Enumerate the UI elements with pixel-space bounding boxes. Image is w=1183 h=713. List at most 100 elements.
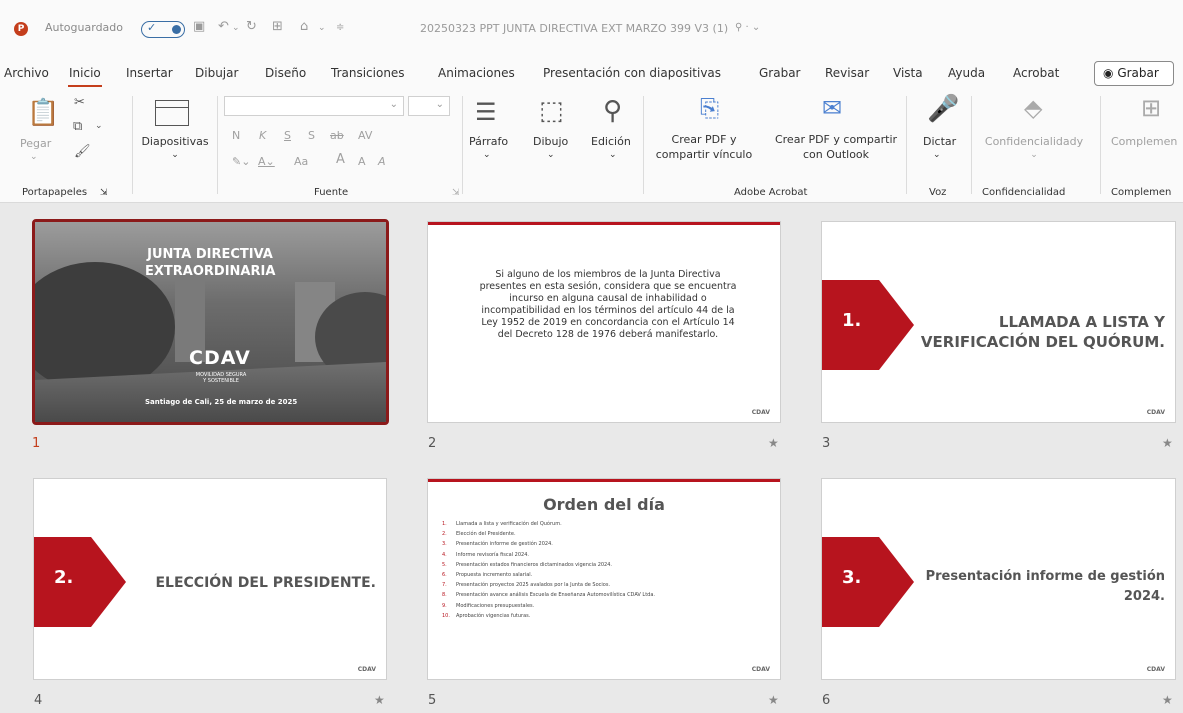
search-icon[interactable]: ⚲: [603, 98, 622, 124]
sensitivity-button-label[interactable]: Confidencialidady: [972, 134, 1096, 149]
tab-ayuda[interactable]: Ayuda: [948, 66, 985, 80]
grow-font-button[interactable]: A: [336, 152, 345, 167]
paragraph-label[interactable]: Párrafo: [469, 134, 508, 149]
agenda-item: 7. Presentación proyectos 2025 avalados p…: [442, 582, 611, 589]
font-color-icon[interactable]: A⌄: [258, 154, 275, 169]
present-icon[interactable]: ⊞: [272, 19, 283, 34]
slide-6-title-line-1: Presentación informe de gestión: [925, 569, 1165, 584]
pdf-link-line1[interactable]: Crear PDF y: [644, 132, 764, 147]
italic-button[interactable]: K: [259, 128, 266, 143]
sensitivity-label-icon[interactable]: ⬘: [1024, 96, 1042, 120]
copy-dropdown-icon[interactable]: ⌄: [95, 122, 103, 131]
shrink-font-button[interactable]: A: [358, 154, 366, 169]
change-case-button[interactable]: Aa: [294, 154, 308, 169]
tab-presentacion[interactable]: Presentación con diapositivas: [543, 66, 721, 80]
format-painter-icon[interactable]: 🖌: [74, 145, 91, 158]
strikethrough-button[interactable]: ab: [330, 128, 344, 143]
tab-animaciones[interactable]: Animaciones: [438, 66, 515, 80]
agenda-item: 10. Aprobación vigencias futuras.: [442, 612, 531, 619]
dialog-launcher-icon[interactable]: ⇲: [452, 188, 460, 198]
paste-label[interactable]: Pegar: [20, 136, 51, 151]
pdf-outlook-line2[interactable]: con Outlook: [766, 147, 906, 162]
paint-icon[interactable]: ⌂: [300, 19, 308, 34]
tab-insertar[interactable]: Insertar: [126, 66, 173, 80]
cdav-tagline: MOVILIDAD SEGURA Y SOSTENIBLE: [191, 372, 251, 384]
save-icon[interactable]: ▣: [193, 19, 205, 34]
drawing-label[interactable]: Dibujo: [533, 134, 568, 149]
slides-label[interactable]: Diapositivas: [135, 134, 215, 149]
tab-acrobat[interactable]: Acrobat: [1013, 66, 1059, 80]
paragraph-dropdown-icon[interactable]: ⌄: [483, 148, 491, 163]
tab-revisar[interactable]: Revisar: [825, 66, 869, 80]
agenda-item-text: Presentación avance análisis Escuela de …: [456, 592, 656, 599]
autosave-toggle[interactable]: ✓: [141, 21, 185, 38]
toggle-knob: [172, 25, 181, 34]
slide-thumbnail-2[interactable]: Si alguno de los miembros de la Junta Di…: [427, 221, 781, 423]
paragraph-icon[interactable]: ☰: [475, 100, 497, 124]
new-slide-icon[interactable]: [155, 100, 189, 126]
shadow-button[interactable]: S: [308, 128, 315, 143]
paint-dropdown-icon[interactable]: ⌄: [318, 23, 326, 33]
undo-icon[interactable]: ↶: [218, 19, 229, 34]
tab-dibujar[interactable]: Dibujar: [195, 66, 238, 80]
record-button[interactable]: ◉ Grabar: [1094, 61, 1174, 86]
add-ins-icon[interactable]: ⊞: [1141, 96, 1161, 120]
slide-thumbnail-4[interactable]: 2. ELECCIÓN DEL PRESIDENTE. CDAV: [33, 478, 387, 680]
char-spacing-button[interactable]: AV: [358, 128, 372, 143]
agenda-item-text: Propuesta incremento salarial.: [456, 571, 533, 578]
cut-icon[interactable]: ✂: [74, 96, 85, 109]
underline-button[interactable]: S: [284, 128, 291, 143]
bold-button[interactable]: N: [232, 128, 240, 143]
add-ins-label[interactable]: Complemen: [1111, 134, 1177, 149]
slide-thumbnail-1[interactable]: JUNTA DIRECTIVA EXTRAORDINARIA CDAV MOVI…: [32, 219, 389, 425]
clear-format-button[interactable]: A: [378, 154, 386, 169]
tab-inicio[interactable]: Inicio: [69, 66, 101, 80]
slide-2-text: Si alguno de los miembros de la Junta Di…: [479, 269, 737, 340]
number-arrow-badge: 2.: [34, 537, 126, 627]
tab-transiciones[interactable]: Transiciones: [331, 66, 405, 80]
sensitivity-icon[interactable]: ⚲ · ⌄: [735, 22, 760, 33]
drawing-icon[interactable]: ⬚: [539, 98, 564, 124]
slides-dropdown-icon[interactable]: ⌄: [135, 148, 215, 163]
dictate-dropdown-icon[interactable]: ⌄: [933, 148, 941, 163]
slide-thumbnail-3[interactable]: 1. LLAMADA A LISTA Y VERIFICACIÓN DEL QU…: [821, 221, 1176, 423]
editing-dropdown-icon[interactable]: ⌄: [609, 148, 617, 163]
dialog-launcher-icon[interactable]: ⇲: [100, 188, 108, 198]
redo-icon[interactable]: ↻: [246, 19, 257, 34]
slide-sorter: JUNTA DIRECTIVA EXTRAORDINARIA CDAV MOVI…: [0, 203, 1183, 713]
pdf-link-line2[interactable]: compartir vínculo: [644, 147, 764, 162]
editing-label[interactable]: Edición: [591, 134, 631, 149]
slide-thumbnail-5[interactable]: Orden del día 1. Llamada a lista y verifi…: [427, 478, 781, 680]
checkmark-icon: ✓: [147, 21, 157, 34]
document-title: 20250323 PPT JUNTA DIRECTIVA EXT MARZO 3…: [420, 22, 729, 35]
tab-diseno[interactable]: Diseño: [265, 66, 306, 80]
pdf-outlook-icon[interactable]: ✉: [822, 96, 842, 120]
paste-icon[interactable]: 📋: [27, 100, 59, 126]
active-tab-indicator: [68, 85, 102, 87]
paste-dropdown-icon[interactable]: ⌄: [30, 150, 38, 165]
sensitivity-dropdown-icon[interactable]: ⌄: [972, 148, 1096, 163]
autosave-label: Autoguardado: [45, 21, 123, 34]
drawing-dropdown-icon[interactable]: ⌄: [547, 148, 555, 163]
font-name-dropdown[interactable]: ⌄: [224, 96, 404, 116]
copy-icon[interactable]: ⧉: [73, 120, 82, 133]
group-label-portapapeles: Portapapeles: [22, 187, 88, 198]
font-size-dropdown[interactable]: ⌄: [408, 96, 450, 116]
pdf-link-icon[interactable]: ⎘: [700, 96, 719, 120]
agenda-item: 6. Propuesta incremento salarial.: [442, 571, 533, 578]
slide-thumbnail-6[interactable]: 3. Presentación informe de gestión 2024.…: [821, 478, 1176, 680]
microphone-icon[interactable]: 🎤: [927, 96, 959, 122]
cdav-footer-logo: CDAV: [357, 666, 376, 673]
slide-6-title: Presentación informe de gestión 2024.: [926, 567, 1165, 607]
tab-archivo[interactable]: Archivo: [4, 66, 49, 80]
tab-grabar[interactable]: Grabar: [759, 66, 801, 80]
group-complementos: ⊞ Complemen Complemen: [1101, 88, 1183, 198]
undo-dropdown-icon[interactable]: ⌄: [232, 23, 240, 33]
dictate-label[interactable]: Dictar: [923, 134, 956, 149]
pdf-outlook-line1[interactable]: Crear PDF y compartir: [766, 132, 906, 147]
agenda-list: 1. Llamada a lista y verificación del Quó…: [442, 521, 655, 623]
menu-bar: Archivo Inicio Insertar Dibujar Diseño T…: [0, 58, 1183, 88]
highlight-icon[interactable]: ✎⌄: [232, 154, 250, 169]
customize-icon[interactable]: ≑: [336, 22, 344, 33]
tab-vista[interactable]: Vista: [893, 66, 923, 80]
